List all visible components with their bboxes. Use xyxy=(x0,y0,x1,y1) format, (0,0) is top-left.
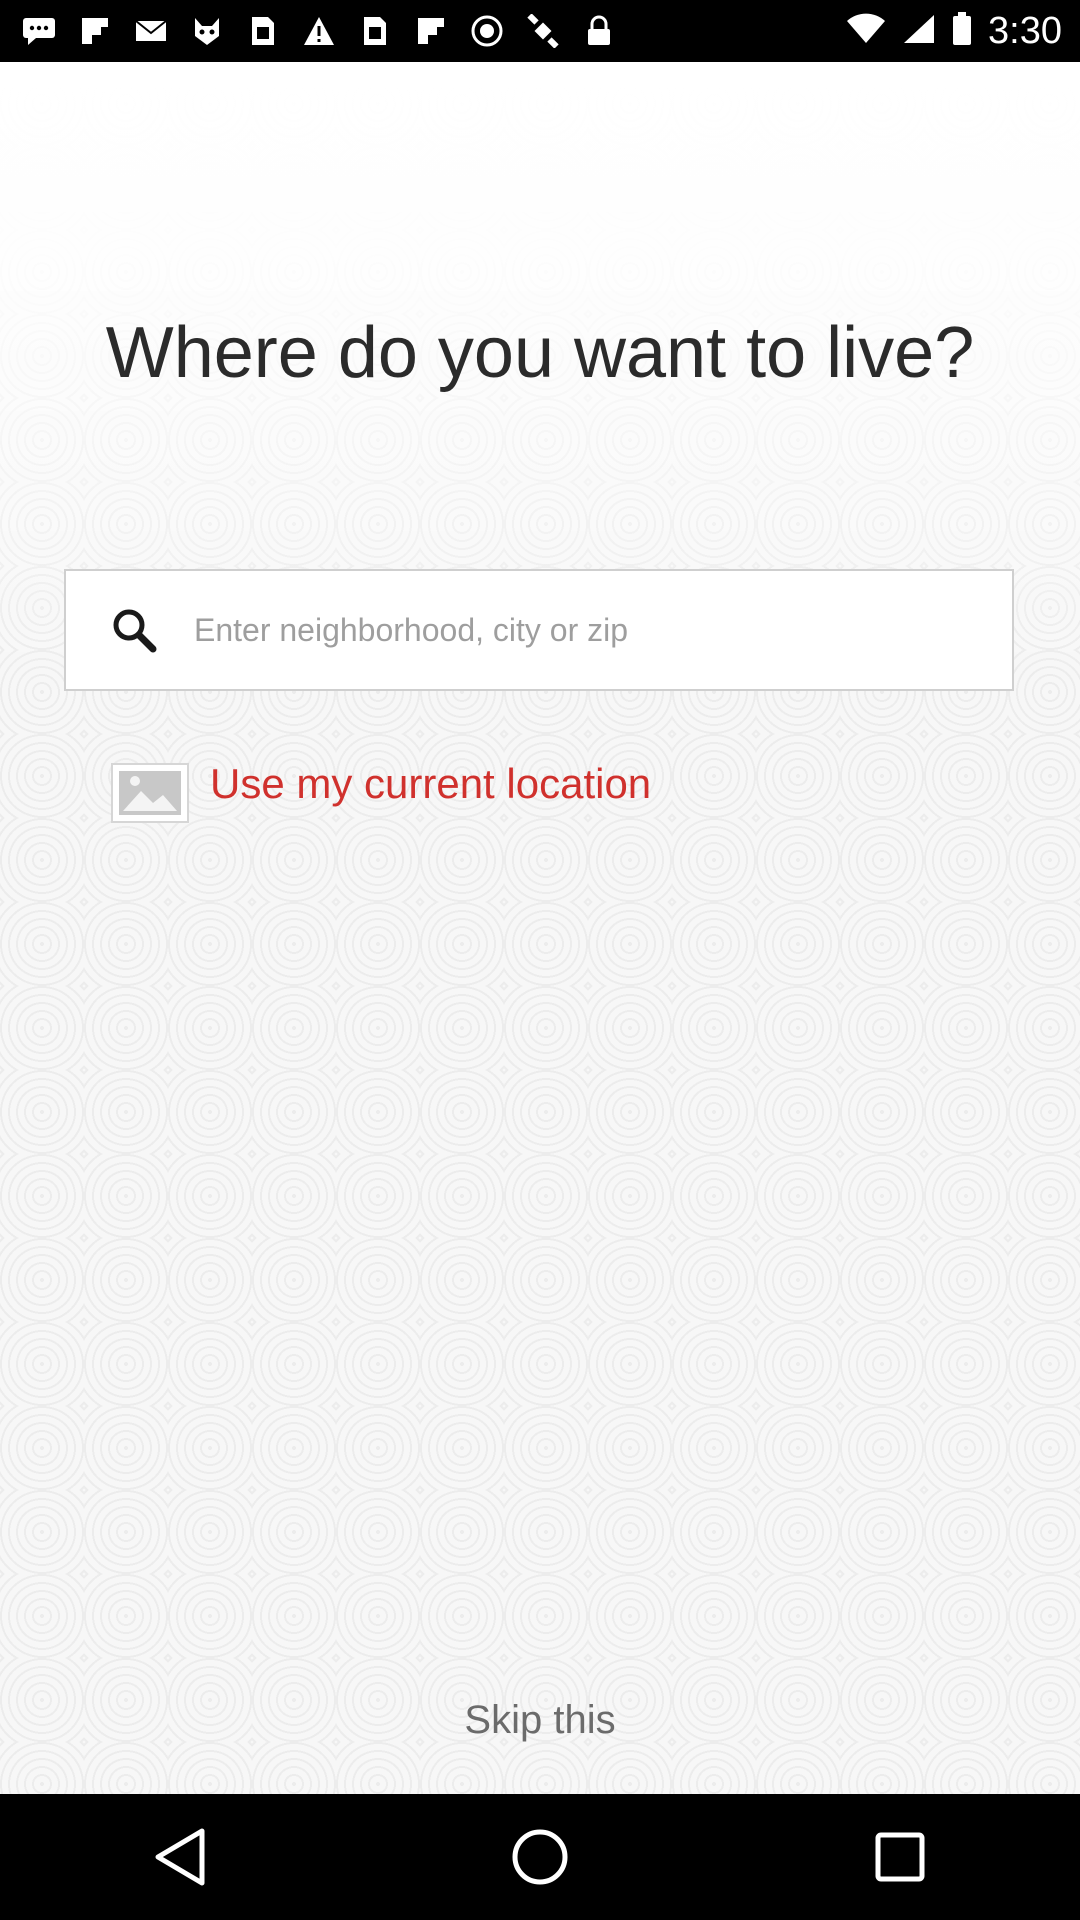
fake-gps-icon xyxy=(526,14,560,48)
image-placeholder-icon xyxy=(110,762,190,824)
current-location-row[interactable]: Use my current location xyxy=(110,760,651,824)
navigation-bar xyxy=(0,1794,1080,1920)
sim-toolkit-icon xyxy=(358,14,392,48)
notification-icons xyxy=(0,14,616,48)
skip-button[interactable]: Skip this xyxy=(0,1698,1080,1743)
location-search-box[interactable] xyxy=(64,569,1014,691)
location-screen: Where do you want to live? Use my curren… xyxy=(0,62,1080,1794)
do-not-disturb-icon xyxy=(470,14,504,48)
search-icon xyxy=(104,600,164,660)
messaging-icon xyxy=(22,14,56,48)
warning-icon xyxy=(302,14,336,48)
location-search-input[interactable] xyxy=(192,570,1012,690)
status-time: 3:30 xyxy=(988,9,1062,52)
status-bar: 3:30 xyxy=(0,0,1080,62)
use-current-location-link[interactable]: Use my current location xyxy=(210,760,651,808)
home-icon[interactable] xyxy=(490,1807,590,1907)
recents-icon[interactable] xyxy=(850,1807,950,1907)
signal-icon xyxy=(902,13,936,50)
page-title: Where do you want to live? xyxy=(105,313,975,393)
cat-app-icon xyxy=(190,14,224,48)
sim-toolkit-icon xyxy=(246,14,280,48)
flipboard-icon xyxy=(78,14,112,48)
back-icon[interactable] xyxy=(130,1807,230,1907)
system-status: 3:30 xyxy=(846,10,1080,53)
lock-icon xyxy=(582,14,616,48)
battery-icon xyxy=(952,11,972,51)
mail-icon xyxy=(134,14,168,48)
flipboard-icon xyxy=(414,14,448,48)
wifi-icon xyxy=(846,13,886,50)
